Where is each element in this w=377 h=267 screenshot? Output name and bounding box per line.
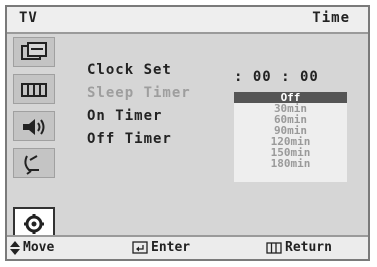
sidebar-item-sound[interactable] <box>13 111 55 141</box>
sound-icon <box>23 119 45 135</box>
menu-item-on-timer[interactable]: On Timer <box>87 108 227 124</box>
enter-icon <box>132 241 148 254</box>
clock-set-value[interactable]: : 00 : 00 <box>234 69 319 85</box>
sidebar <box>13 37 55 237</box>
sidebar-item-setup[interactable] <box>13 207 55 237</box>
footer-enter-label: Enter <box>151 240 191 255</box>
picture-icon <box>21 42 47 60</box>
dropdown-option[interactable]: 180min <box>234 158 347 169</box>
sleep-timer-dropdown[interactable]: Off 30min 60min 90min 120min 150min 180m… <box>234 92 347 182</box>
title-bar: TV Time <box>7 7 368 34</box>
sidebar-item-channel[interactable] <box>13 74 55 104</box>
return-grid-icon <box>266 241 282 254</box>
menu-item-off-timer[interactable]: Off Timer <box>87 131 227 147</box>
footer-move: Move <box>10 240 54 255</box>
menu-item-clock-set[interactable]: Clock Set <box>87 62 227 78</box>
footer-move-label: Move <box>23 240 55 255</box>
up-down-arrow-icon <box>10 240 20 255</box>
footer-return: Return <box>266 240 332 255</box>
menu-item-sleep-timer[interactable]: Sleep Timer <box>87 85 227 101</box>
menu-title: Time <box>312 10 350 26</box>
antenna-icon <box>24 155 39 175</box>
channel-grid-icon <box>21 83 47 97</box>
source-label: TV <box>19 10 38 26</box>
sidebar-item-picture[interactable] <box>13 37 55 67</box>
footer-enter: Enter <box>132 240 190 255</box>
sidebar-item-antenna[interactable] <box>13 148 55 178</box>
tv-menu-screen: TV Time Clock Set Sleep Timer On Timer O… <box>5 5 370 261</box>
setup-gear-icon <box>24 214 44 234</box>
footer-bar: Move Enter Return <box>7 235 368 259</box>
footer-return-label: Return <box>285 240 332 255</box>
